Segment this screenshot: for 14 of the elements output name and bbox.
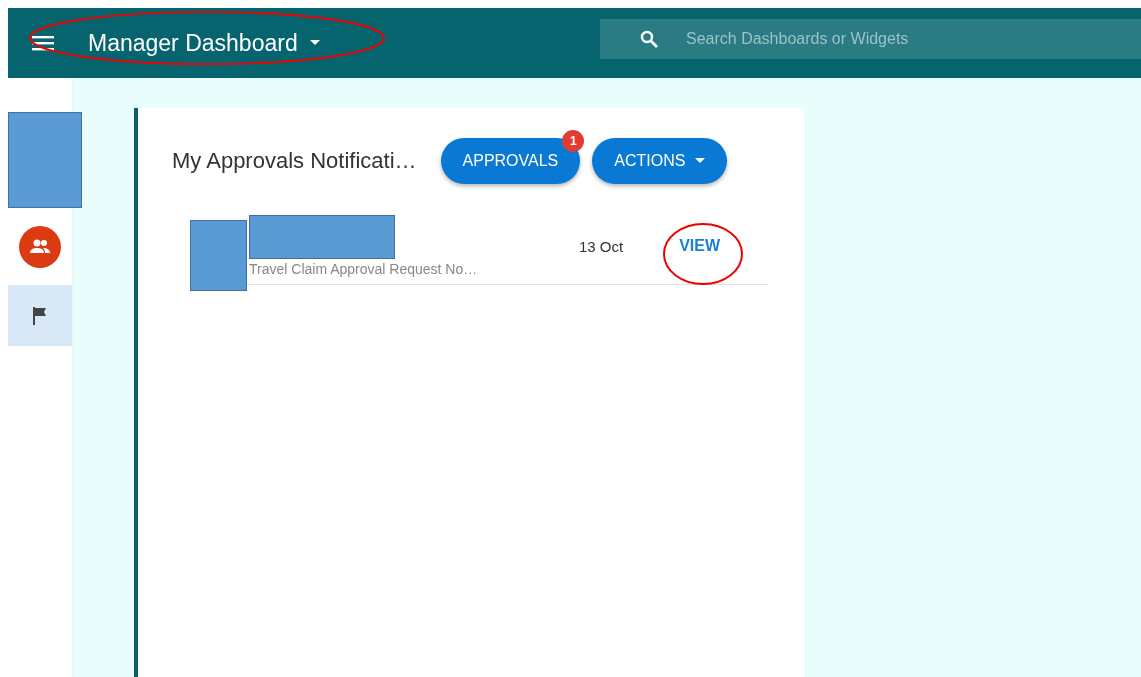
- sidebar-item[interactable]: [8, 285, 72, 346]
- notification-date: 13 Oct: [579, 237, 624, 255]
- notification-row[interactable]: Travel Claim Approval Request No… 13 Oct VIEW: [190, 208, 768, 285]
- search-field[interactable]: Search Dashboards or Widgets: [600, 19, 1141, 59]
- caret-icon: [309, 40, 320, 46]
- actions-button[interactable]: ACTIONS: [592, 138, 728, 184]
- menu-icon[interactable]: [32, 35, 54, 51]
- people-icon: [19, 225, 61, 268]
- redaction-box: [190, 220, 247, 291]
- notification-subtitle: Travel Claim Approval Request No…: [249, 261, 479, 277]
- count-badge: 1: [562, 130, 585, 152]
- caret-icon: [695, 158, 706, 164]
- flag-icon: [32, 306, 48, 325]
- card-title: My Approvals Notificati…: [172, 148, 417, 174]
